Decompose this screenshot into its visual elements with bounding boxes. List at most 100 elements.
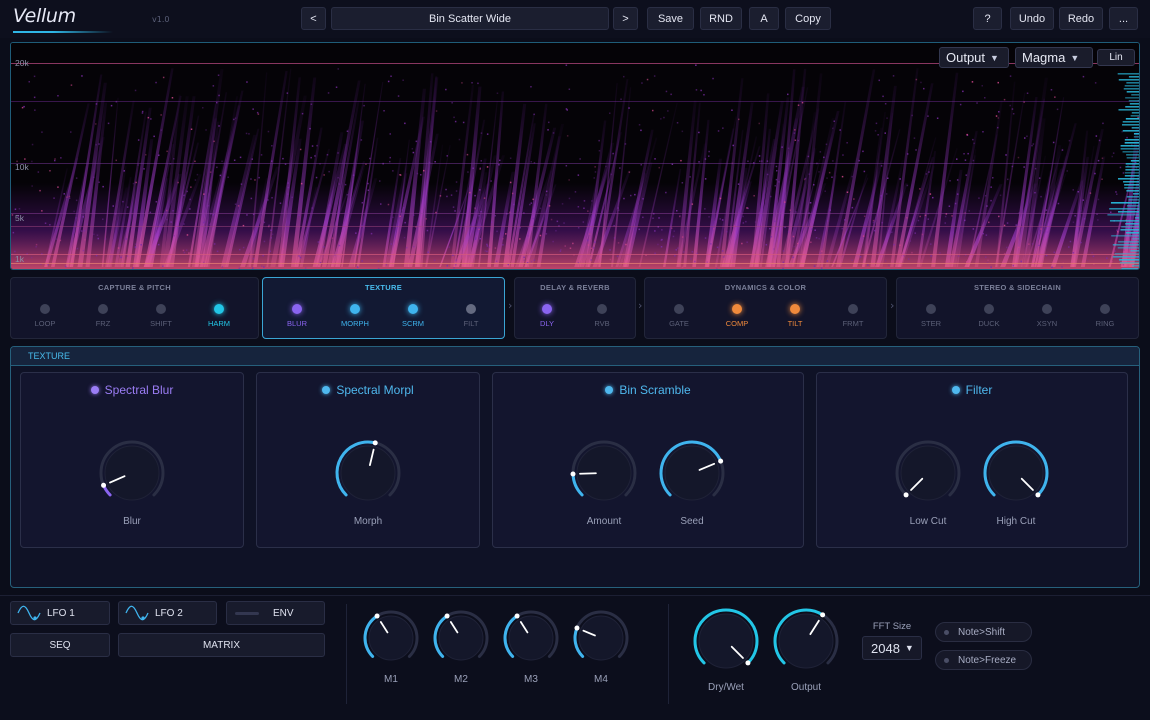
lfo2-button[interactable]: LFO 2 xyxy=(118,601,217,625)
note-shift-label: Note>Shift xyxy=(958,626,1005,638)
module-toggle-morph[interactable]: MORPH xyxy=(326,304,384,328)
knob-label: High Cut xyxy=(996,516,1036,527)
divider xyxy=(668,604,669,704)
effect-enable-dot[interactable] xyxy=(951,386,960,394)
module-label: LOOP xyxy=(34,319,56,328)
copy-button[interactable]: Copy xyxy=(785,7,831,30)
macro-knob-m3[interactable] xyxy=(497,604,565,672)
freq-label-10k: 10k xyxy=(15,162,29,172)
next-preset-button[interactable]: > xyxy=(613,7,638,30)
effect-card-header[interactable]: Spectral Morpl xyxy=(257,383,479,397)
module-toggle-ster[interactable]: STER xyxy=(902,304,960,328)
macro-label: M4 xyxy=(594,674,608,685)
env-button[interactable]: ENV xyxy=(226,601,325,625)
knob-label: Blur xyxy=(123,516,141,527)
seed-knob[interactable] xyxy=(653,434,731,512)
amount-knob[interactable] xyxy=(565,434,643,512)
save-button[interactable]: Save xyxy=(647,7,694,30)
module-label: DLY xyxy=(539,319,555,328)
effect-enable-dot[interactable] xyxy=(90,386,99,394)
module-status-dot xyxy=(984,304,994,314)
module-status-dot xyxy=(156,304,166,314)
high-cut-knob[interactable] xyxy=(977,434,1055,512)
effect-card-header[interactable]: Filter xyxy=(817,383,1127,397)
module-toggle-filt[interactable]: FILT xyxy=(442,304,500,328)
module-toggle-loop[interactable]: LOOP xyxy=(16,304,74,328)
module-toggle-gate[interactable]: GATE xyxy=(650,304,708,328)
knob-label: Low Cut xyxy=(909,516,947,527)
top-bar: Vellum v1.0 < Bin Scatter Wide > Save RN… xyxy=(0,0,1150,38)
module-toggle-duck[interactable]: DUCK xyxy=(960,304,1018,328)
knob-value-dot xyxy=(570,471,576,477)
dry-wet-knob[interactable] xyxy=(687,602,765,680)
module-toggle-harm[interactable]: HARM xyxy=(190,304,248,328)
colormap-value: Magma xyxy=(1022,50,1066,65)
env-meter xyxy=(235,611,259,615)
module-group-4[interactable]: STEREO & SIDECHAIN STER DUCK XSYN RING xyxy=(896,277,1139,339)
module-group-0[interactable]: CAPTURE & PITCH LOOP FRZ SHIFT HARM xyxy=(10,277,259,339)
module-status-dot xyxy=(466,304,476,314)
matrix-button[interactable]: MATRIX xyxy=(118,633,325,657)
ab-compare-button[interactable]: A xyxy=(749,7,779,30)
module-group-1[interactable]: TEXTURE BLUR MORPH SCRM FILT xyxy=(262,277,505,339)
toggle-indicator xyxy=(944,657,949,663)
app-version: v1.0 xyxy=(152,15,170,24)
module-toggle-blur[interactable]: BLUR xyxy=(268,304,326,328)
module-label: DUCK xyxy=(978,319,1000,328)
module-toggle-rvb[interactable]: RVB xyxy=(573,304,631,328)
macro-knob-m4[interactable] xyxy=(567,604,635,672)
module-toggle-xsyn[interactable]: XSYN xyxy=(1018,304,1076,328)
redo-button[interactable]: Redo xyxy=(1059,7,1103,30)
output-knob[interactable] xyxy=(767,602,845,680)
prev-preset-button[interactable]: < xyxy=(301,7,326,30)
randomize-button[interactable]: RND xyxy=(700,7,742,30)
effect-enable-dot[interactable] xyxy=(605,386,614,394)
low-cut-knob[interactable] xyxy=(889,434,967,512)
note-shift-toggle[interactable]: Note>Shift xyxy=(935,622,1032,642)
effect-card-header[interactable]: Spectral Blur xyxy=(21,383,243,397)
module-group-3[interactable]: DYNAMICS & COLOR GATE COMP TILT FRMT xyxy=(644,277,887,339)
more-menu-button[interactable]: ... xyxy=(1109,7,1138,30)
undo-button[interactable]: Undo xyxy=(1010,7,1054,30)
morph-knob[interactable] xyxy=(329,434,407,512)
spectrogram-display[interactable]: 20k 10k 5k 1k Output ▼ Magma ▼ Lin xyxy=(10,42,1140,270)
macro-knob-m1[interactable] xyxy=(357,604,425,672)
module-toggle-scrm[interactable]: SCRM xyxy=(384,304,442,328)
module-group-title: TEXTURE xyxy=(364,283,403,292)
lfo1-label: LFO 1 xyxy=(47,607,75,619)
lfo2-label: LFO 2 xyxy=(155,607,183,619)
module-status-dot xyxy=(790,304,800,314)
module-toggle-frmt[interactable]: FRMT xyxy=(824,304,882,328)
module-toggle-frz[interactable]: FRZ xyxy=(74,304,132,328)
effect-card-header[interactable]: Bin Scramble xyxy=(493,383,803,397)
fft-size-select[interactable]: 2048 ▼ xyxy=(862,636,922,660)
module-group-title: DELAY & REVERB xyxy=(540,283,610,292)
effect-enable-dot[interactable] xyxy=(322,386,331,394)
module-label: SHIFT xyxy=(150,319,172,328)
knob-value-dot xyxy=(444,613,450,619)
module-toggle-comp[interactable]: COMP xyxy=(708,304,766,328)
module-status-dot xyxy=(98,304,108,314)
seq-button[interactable]: SEQ xyxy=(10,633,110,657)
freq-scale-toggle[interactable]: Lin xyxy=(1097,49,1135,66)
chevron-right-icon: › xyxy=(890,299,895,312)
lfo1-button[interactable]: LFO 1 xyxy=(10,601,110,625)
knob-value-dot xyxy=(820,612,826,618)
help-button[interactable]: ? xyxy=(973,7,1002,30)
knob-value-dot xyxy=(574,625,580,631)
note-freeze-toggle[interactable]: Note>Freeze xyxy=(935,650,1032,670)
logo-underline xyxy=(13,31,113,33)
module-toggle-tilt[interactable]: TILT xyxy=(766,304,824,328)
module-toggle-shift[interactable]: SHIFT xyxy=(132,304,190,328)
effect-card-title: Filter xyxy=(965,383,993,397)
preset-name-display[interactable]: Bin Scatter Wide xyxy=(331,7,609,30)
module-toggle-dly[interactable]: DLY xyxy=(518,304,576,328)
spectrogram-source-select[interactable]: Output ▼ xyxy=(939,47,1009,68)
spectrogram-canvas xyxy=(11,43,1139,269)
module-toggle-ring[interactable]: RING xyxy=(1076,304,1134,328)
app-logo: Vellum xyxy=(13,5,76,27)
colormap-select[interactable]: Magma ▼ xyxy=(1015,47,1093,68)
module-group-2[interactable]: DELAY & REVERB DLY RVB xyxy=(514,277,636,339)
blur-knob[interactable] xyxy=(93,434,171,512)
macro-knob-m2[interactable] xyxy=(427,604,495,672)
